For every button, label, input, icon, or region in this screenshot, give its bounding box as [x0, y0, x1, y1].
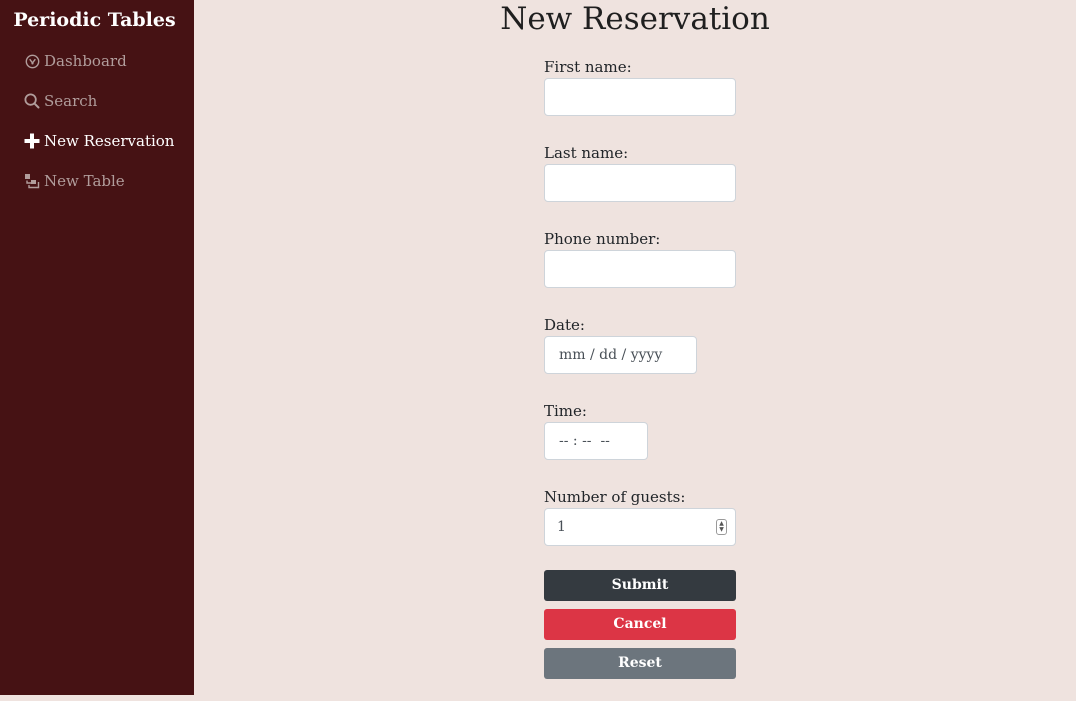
- phone-number-label: Phone number:: [544, 230, 661, 248]
- sidebar-item-dashboard[interactable]: Dashboard: [24, 50, 127, 72]
- sidebar-item-search[interactable]: Search: [24, 90, 97, 112]
- time-placeholder: -- : -- --: [559, 433, 610, 449]
- reset-button[interactable]: Reset: [544, 648, 736, 679]
- submit-button[interactable]: Submit: [544, 570, 736, 601]
- last-name-input[interactable]: [544, 164, 736, 202]
- guests-input[interactable]: 1 ▲ ▼: [544, 508, 736, 546]
- stepper-icon[interactable]: ▲ ▼: [716, 519, 727, 535]
- sidebar-item-label: Dashboard: [44, 52, 127, 70]
- date-placeholder: mm / dd / yyyy: [559, 347, 663, 363]
- chevron-down-icon[interactable]: ▼: [719, 527, 724, 533]
- time-input[interactable]: -- : -- --: [544, 422, 648, 460]
- sidebar-item-label: New Reservation: [44, 132, 175, 150]
- first-name-label: First name:: [544, 58, 632, 76]
- sidebar-item-new-reservation[interactable]: New Reservation: [24, 130, 174, 152]
- sidebar-item-label: New Table: [44, 172, 125, 190]
- brand-title[interactable]: Periodic Tables: [0, 8, 189, 32]
- guests-value: 1: [557, 519, 566, 535]
- guests-label: Number of guests:: [544, 488, 686, 506]
- sidebar: Periodic Tables Dashboard Search New Res…: [0, 0, 194, 695]
- date-label: Date:: [544, 316, 585, 334]
- phone-number-input[interactable]: [544, 250, 736, 288]
- page-title: New Reservation: [500, 1, 770, 37]
- first-name-input[interactable]: [544, 78, 736, 116]
- dashboard-icon: [24, 53, 40, 69]
- last-name-label: Last name:: [544, 144, 629, 162]
- time-label: Time:: [544, 402, 587, 420]
- cancel-button[interactable]: Cancel: [544, 609, 736, 640]
- search-icon: [24, 93, 40, 109]
- sidebar-item-new-table[interactable]: New Table: [24, 170, 125, 192]
- date-input[interactable]: mm / dd / yyyy: [544, 336, 697, 374]
- plus-icon: [24, 133, 40, 149]
- sidebar-item-label: Search: [44, 92, 98, 110]
- layers-icon: [24, 173, 40, 189]
